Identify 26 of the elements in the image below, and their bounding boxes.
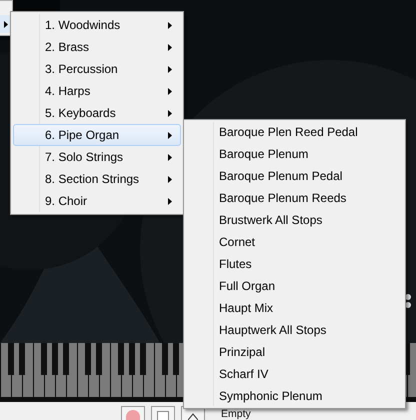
menu-item[interactable]: 6. Pipe Organ [13, 124, 181, 146]
menu-item[interactable]: Brustwerk All Stops [186, 209, 403, 231]
status-text: Empty [221, 409, 251, 420]
menu-item[interactable]: Baroque Plenum Pedal [186, 165, 403, 187]
menu-item[interactable]: Prinzipal [186, 341, 403, 363]
menu-item[interactable]: Baroque Plenum Reeds [186, 187, 403, 209]
menu-item[interactable]: Baroque Plen Reed Pedal [186, 121, 403, 143]
menu-item[interactable]: 1. Woodwinds [13, 14, 181, 36]
menu-item[interactable]: 5. Keyboards [13, 102, 181, 124]
menu-item[interactable]: Symphonic Plenum [186, 385, 403, 407]
menu-item[interactable]: 4. Harps [13, 80, 181, 102]
menu-item[interactable]: Scharf IV [186, 363, 403, 385]
menu-item[interactable]: Cornet [186, 231, 403, 253]
menu-item[interactable]: 8. Section Strings [13, 168, 181, 190]
menu-item[interactable]: Flutes [186, 253, 403, 275]
menu-item[interactable]: 2. Brass [13, 36, 181, 58]
menu-item[interactable]: Hauptwerk All Stops [186, 319, 403, 341]
menu-item[interactable]: 9. Choir [13, 190, 181, 212]
record-button[interactable] [121, 406, 145, 420]
submenu-arrow-icon [4, 20, 8, 28]
menu-item[interactable]: Full Organ [186, 275, 403, 297]
menu-item[interactable]: Haupt Mix [186, 297, 403, 319]
menu-item[interactable]: 7. Solo Strings [13, 146, 181, 168]
menu-item[interactable]: Baroque Plenum [186, 143, 403, 165]
stop-button[interactable] [151, 406, 175, 420]
menu-item[interactable]: 3. Percussion [13, 58, 181, 80]
